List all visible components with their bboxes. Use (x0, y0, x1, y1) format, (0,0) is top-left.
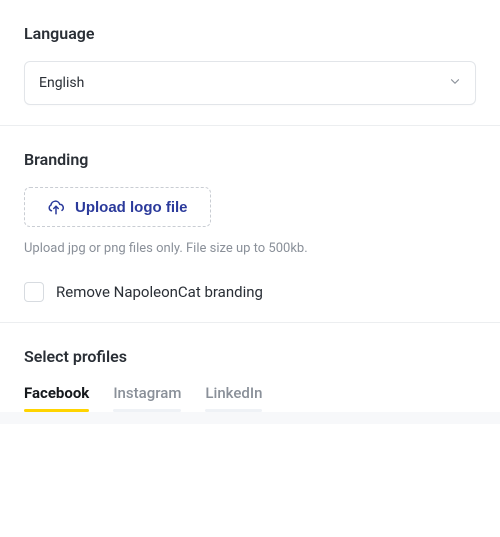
tab-label: Facebook (24, 384, 89, 402)
upload-logo-label: Upload logo file (75, 199, 188, 216)
upload-helper-text: Upload jpg or png files only. File size … (24, 241, 476, 256)
language-select-wrap: English (24, 61, 476, 105)
tab-facebook[interactable]: Facebook (24, 384, 89, 412)
branding-title: Branding (24, 150, 476, 169)
tab-linkedin[interactable]: LinkedIn (205, 384, 262, 412)
tab-instagram[interactable]: Instagram (113, 384, 181, 412)
language-select-value: English (39, 75, 84, 91)
language-title: Language (24, 24, 476, 43)
branding-section: Branding Upload logo file Upload jpg or … (0, 126, 500, 322)
select-profiles-title: Select profiles (24, 347, 476, 366)
upload-cloud-icon (47, 198, 65, 216)
bottom-fade (0, 412, 500, 424)
language-select[interactable]: English (24, 61, 476, 105)
remove-branding-checkbox[interactable] (24, 282, 44, 302)
profile-tabs: Facebook Instagram LinkedIn (24, 384, 476, 412)
upload-logo-button[interactable]: Upload logo file (24, 187, 211, 227)
select-profiles-section: Select profiles Facebook Instagram Linke… (0, 323, 500, 412)
tab-label: LinkedIn (205, 384, 262, 402)
remove-branding-row: Remove NapoleonCat branding (24, 282, 476, 302)
language-section: Language English (0, 0, 500, 125)
tab-label: Instagram (113, 384, 181, 402)
remove-branding-label: Remove NapoleonCat branding (56, 283, 263, 301)
